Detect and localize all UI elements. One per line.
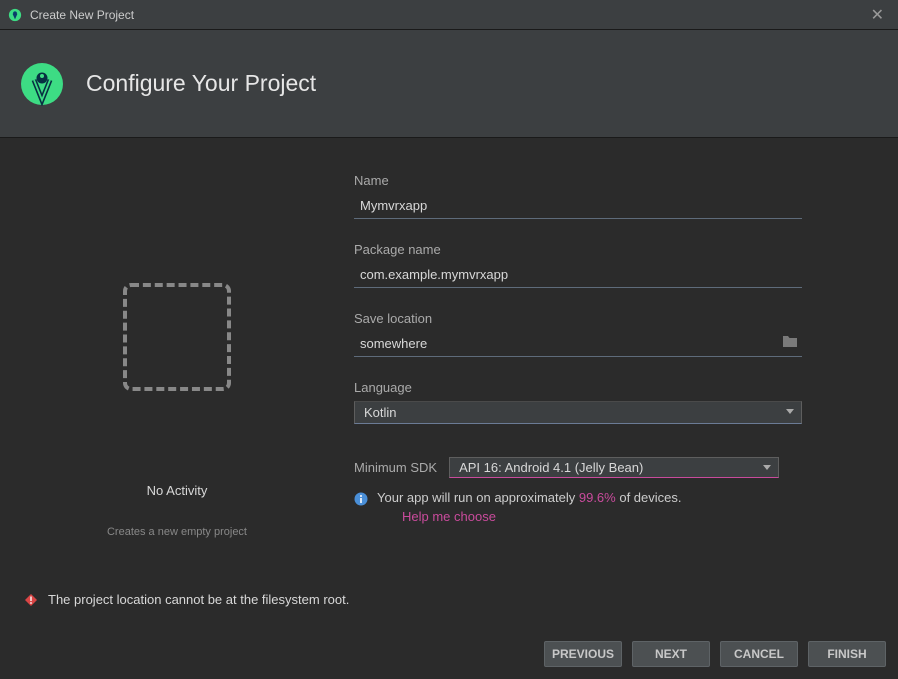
form-panel: Name Package name Save location Language… [354, 173, 854, 578]
error-text: The project location cannot be at the fi… [48, 592, 349, 607]
package-name-label: Package name [354, 242, 854, 257]
info-icon [354, 492, 368, 506]
finish-button[interactable]: FINISH [808, 641, 886, 667]
template-description: Creates a new empty project [107, 526, 247, 538]
template-name: No Activity [147, 483, 208, 498]
cancel-button[interactable]: CANCEL [720, 641, 798, 667]
template-preview-panel: No Activity Creates a new empty project [0, 173, 354, 578]
min-sdk-select[interactable]: API 16: Android 4.1 (Jelly Bean) [449, 457, 779, 478]
sdk-coverage-percent: 99.6% [579, 490, 616, 505]
error-icon [24, 593, 38, 607]
folder-icon[interactable] [782, 334, 798, 348]
next-button[interactable]: NEXT [632, 641, 710, 667]
footer: PREVIOUS NEXT CANCEL FINISH [0, 629, 898, 679]
save-location-input[interactable] [354, 332, 802, 357]
previous-button[interactable]: PREVIOUS [544, 641, 622, 667]
sdk-coverage-text: Your app will run on approximately 99.6%… [377, 490, 682, 505]
save-location-label: Save location [354, 311, 854, 326]
language-label: Language [354, 380, 854, 395]
name-label: Name [354, 173, 854, 188]
close-button[interactable]: ✕ [865, 3, 890, 27]
name-input[interactable] [354, 194, 802, 219]
error-message-row: The project location cannot be at the fi… [24, 592, 349, 607]
titlebar: Create New Project ✕ [0, 0, 898, 30]
help-me-choose-link[interactable]: Help me choose [402, 509, 854, 524]
language-select[interactable]: Kotlin [354, 401, 802, 424]
min-sdk-label: Minimum SDK [354, 460, 437, 475]
window-title: Create New Project [30, 8, 134, 22]
android-studio-logo [20, 62, 64, 106]
page-title: Configure Your Project [86, 70, 316, 97]
app-icon [8, 8, 22, 22]
activity-placeholder-icon [123, 283, 231, 391]
package-name-input[interactable] [354, 263, 802, 288]
header: Configure Your Project [0, 30, 898, 138]
